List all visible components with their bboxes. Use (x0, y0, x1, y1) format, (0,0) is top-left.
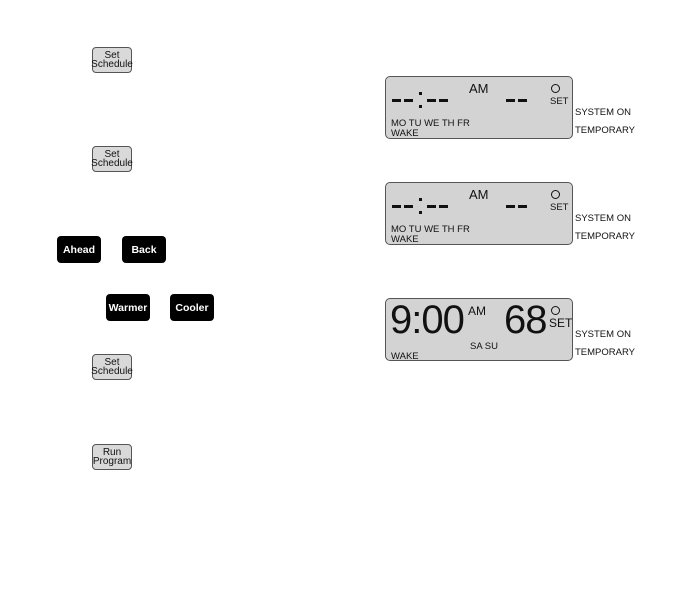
am-indicator: AM (468, 304, 486, 318)
set-schedule-button[interactable]: Set Schedule (91, 354, 133, 380)
colon-dot (419, 92, 422, 95)
cooler-button[interactable]: Cooler (170, 294, 214, 321)
days-indicator: SA SU (470, 341, 498, 352)
temperature-readout: 68 (504, 298, 547, 342)
set-schedule-label-line2: Schedule (91, 366, 133, 377)
system-on-label: SYSTEM ON (575, 213, 631, 224)
am-indicator: AM (469, 81, 489, 96)
colon-dot (419, 198, 422, 201)
degree-icon (551, 84, 560, 93)
temp-dash (506, 205, 515, 208)
set-schedule-button[interactable]: Set Schedule (91, 146, 133, 172)
thermostat-display: 9:00 AM 68 SET SA SU WAKE (385, 298, 573, 362)
set-schedule-label-line2: Schedule (91, 158, 133, 169)
time-dash (439, 99, 448, 102)
set-indicator: SET (550, 202, 569, 213)
system-on-label: SYSTEM ON (575, 329, 631, 340)
ahead-button[interactable]: Ahead (57, 236, 101, 263)
temporary-label: TEMPORARY (575, 347, 636, 358)
time-dash (404, 99, 413, 102)
time-readout: 9:00 (390, 298, 465, 342)
colon-dot (419, 105, 422, 108)
period-indicator: WAKE (391, 128, 419, 139)
am-indicator: AM (469, 187, 489, 202)
set-indicator: SET (550, 96, 569, 107)
temporary-label: TEMPORARY (575, 125, 636, 136)
temp-dash (518, 99, 527, 102)
thermostat-display: AM SET MO TU WE TH FR WAKE (385, 76, 573, 139)
period-indicator: WAKE (391, 234, 419, 245)
time-dash (427, 99, 436, 102)
temporary-label: TEMPORARY (575, 231, 636, 242)
temp-dash (506, 99, 515, 102)
degree-icon (551, 306, 560, 315)
period-indicator: WAKE (391, 351, 419, 362)
colon-dot (419, 211, 422, 214)
set-schedule-button[interactable]: Set Schedule (91, 47, 133, 73)
time-dash (404, 205, 413, 208)
thermostat-display: AM SET MO TU WE TH FR WAKE (385, 182, 573, 245)
time-dash (427, 205, 436, 208)
warmer-button[interactable]: Warmer (106, 294, 150, 321)
time-dash (392, 99, 401, 102)
system-on-label: SYSTEM ON (575, 107, 631, 118)
degree-icon (551, 190, 560, 199)
temp-dash (518, 205, 527, 208)
run-program-button[interactable]: Run Program (92, 444, 132, 470)
back-button[interactable]: Back (122, 236, 166, 263)
time-dash (392, 205, 401, 208)
set-indicator: SET (549, 316, 573, 330)
set-schedule-label-line2: Schedule (91, 59, 133, 70)
run-program-label-line2: Program (92, 456, 132, 467)
time-dash (439, 205, 448, 208)
